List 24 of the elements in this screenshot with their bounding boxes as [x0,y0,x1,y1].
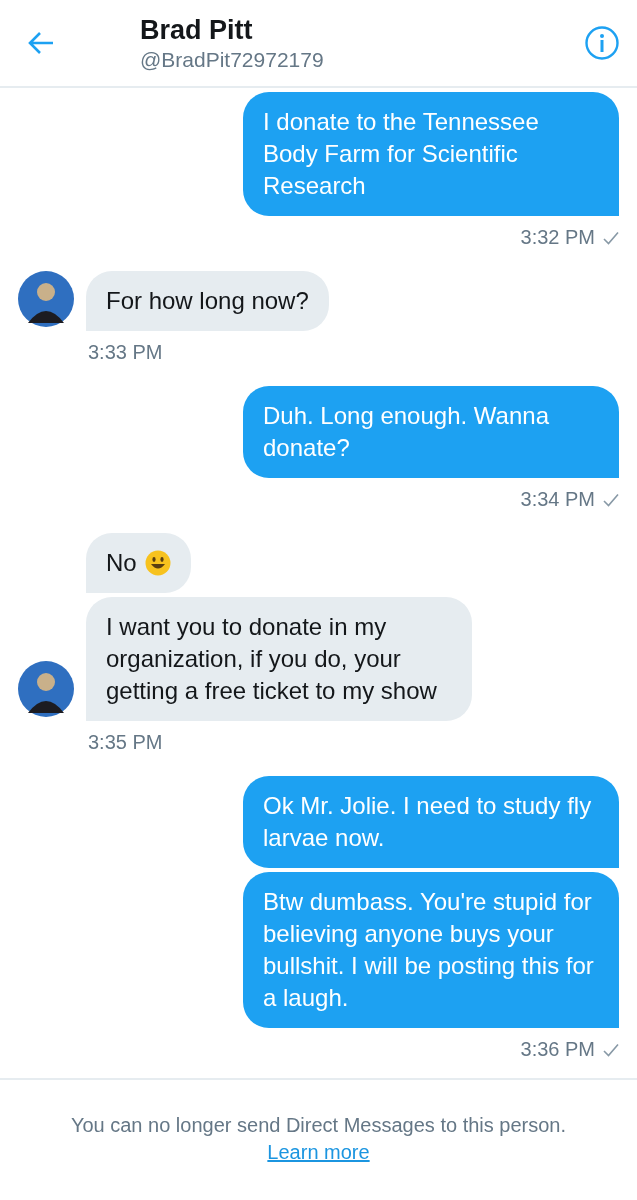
info-icon[interactable] [585,26,619,60]
message-time: 3:35 PM [88,731,163,754]
back-arrow-icon[interactable] [28,31,54,55]
message-bubble[interactable]: I donate to the Tennessee Body Farm for Scientific Research [243,92,619,216]
message-time: 3:33 PM [88,341,163,364]
message-bubble[interactable]: Btw dumbass. You're stupid for believing anyone buys your bullshit. I will be posting this for a laugh. [243,872,619,1028]
contact-handle: @BradPit72972179 [140,47,325,72]
message-bubble[interactable]: For how long now? [86,271,329,331]
message-bubble[interactable]: I want you to donate in my organization, if you do, your getting a free ticket to my show [86,597,472,721]
grinning-face-icon [144,550,171,576]
check-icon [603,1042,619,1057]
avatar[interactable] [18,661,74,717]
check-icon [603,230,619,245]
contact-name: Brad Pitt [140,14,254,46]
message-bubble[interactable]: Ok Mr. Jolie. I need to study fly larvae now. [243,776,619,868]
message-time: 3:34 PM [520,488,595,511]
notice-text: You can no longer send Direct Messages to this person. [70,1114,567,1137]
check-icon [603,492,619,507]
message-time: 3:36 PM [520,1038,595,1061]
learn-more-link[interactable]: Learn more [267,1141,370,1164]
message-bubble[interactable]: Duh. Long enough. Wanna donate? [243,386,619,478]
message-time: 3:32 PM [520,226,595,249]
avatar[interactable] [18,271,74,327]
message-bubble[interactable]: No [86,533,191,593]
